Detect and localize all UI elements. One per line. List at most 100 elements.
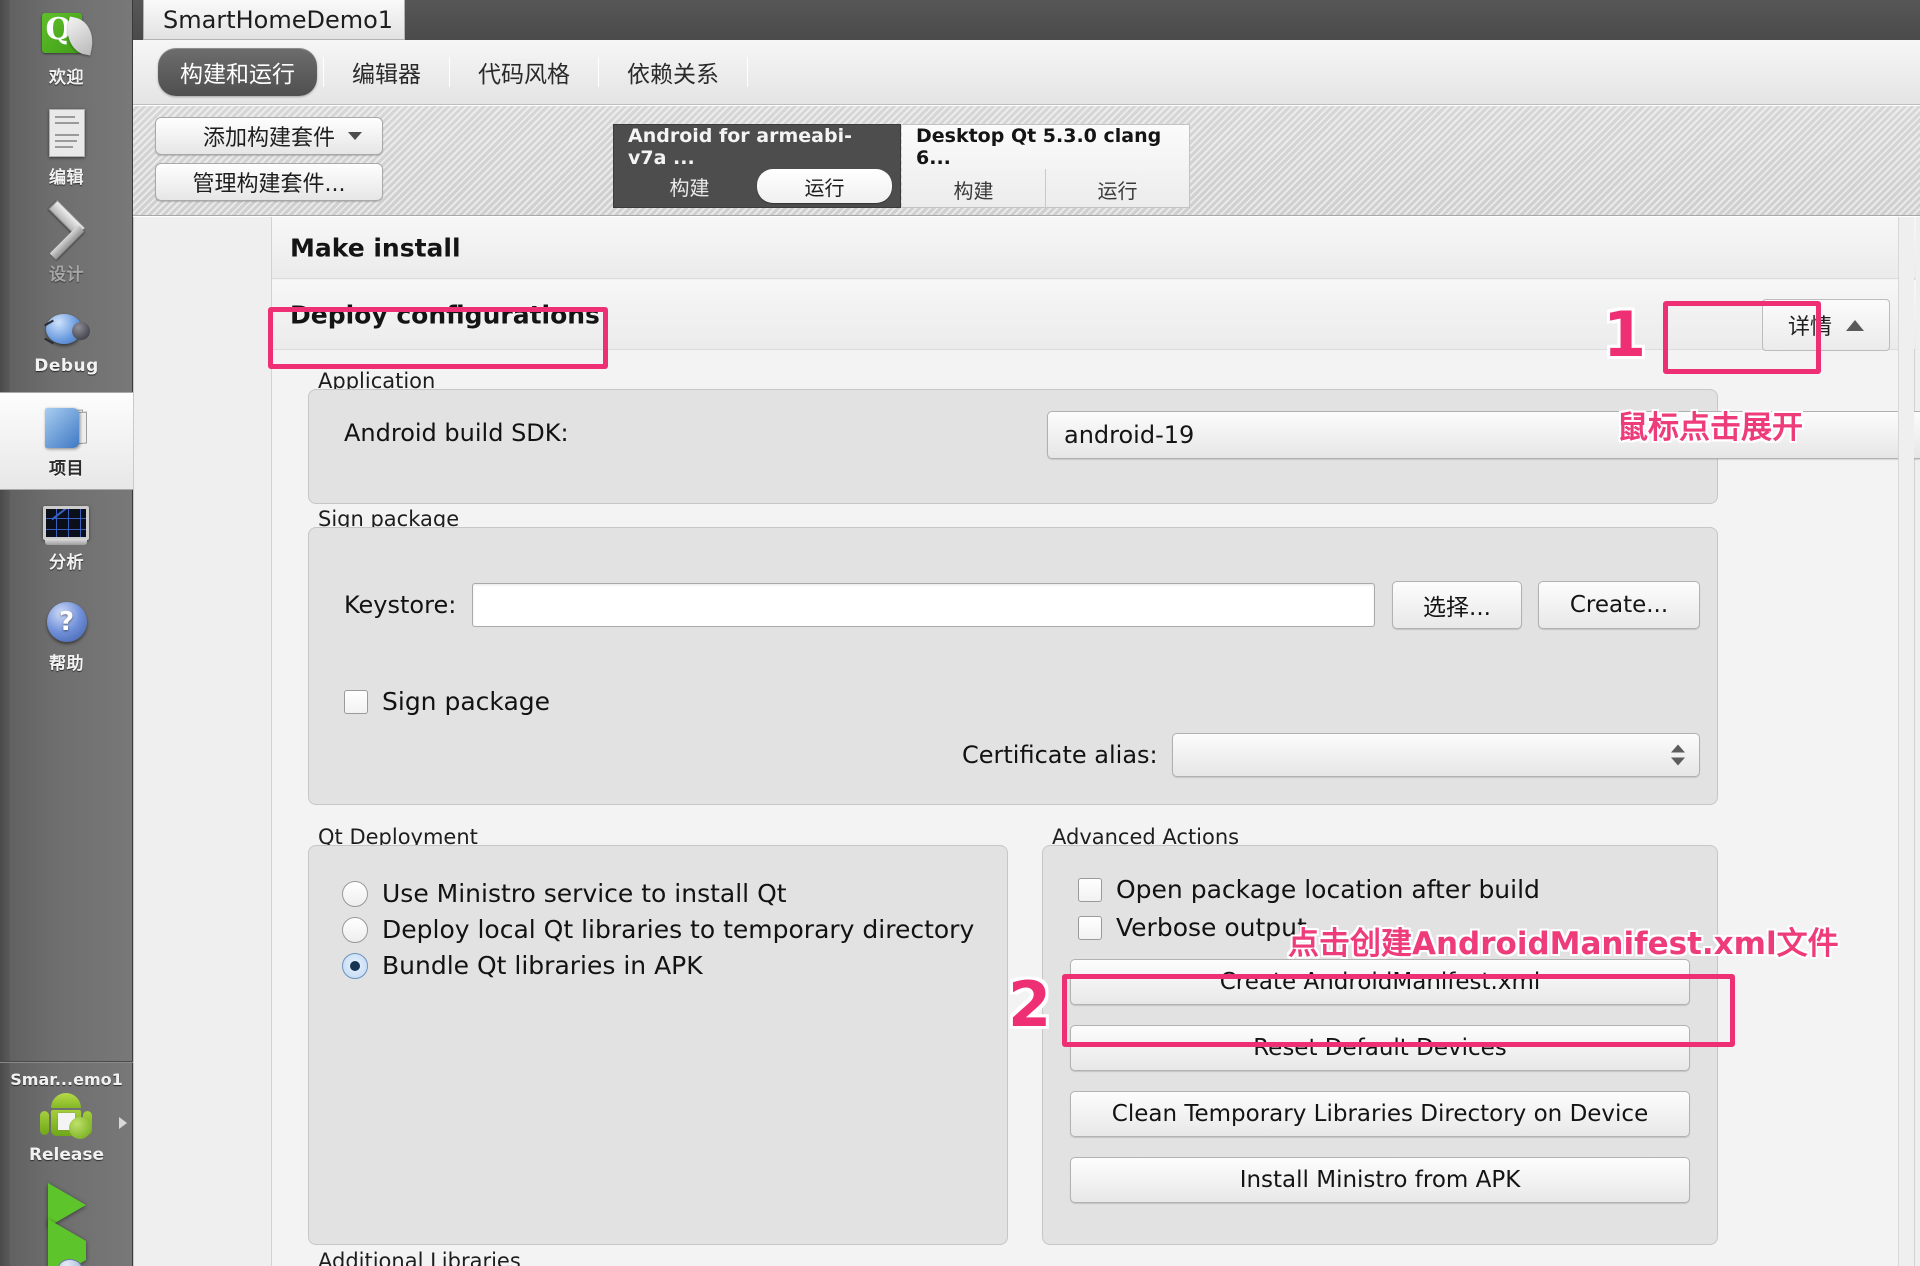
kit-tab-desktop-build[interactable]: 构建 [902,169,1045,209]
deploy-configurations-title: Deploy configurations [290,300,600,329]
tab-divider [747,57,748,87]
annotation-marker-one: 1 [1603,298,1647,371]
tab-divider [449,57,450,87]
mode-selector-sidebar: Qt 欢迎 编辑 设计 Debug 项目 分析 ? 帮助 Smar...emo1… [0,0,133,1266]
question-mark-icon: ? [44,601,90,647]
make-install-row: Make install [272,217,1916,279]
kit-card-android[interactable]: Android for armeabi-v7a ... 构建 运行 [613,124,901,208]
radio-row-bundle-apk[interactable]: Bundle Qt libraries in APK [342,951,703,980]
tab-code-style[interactable]: 代码风格 [456,55,592,89]
checkbox-row-verbose[interactable]: Verbose output [1078,913,1307,942]
qt-creator-window: Qt 欢迎 编辑 设计 Debug 项目 分析 ? 帮助 Smar...emo1… [0,0,1920,1266]
sidebar-label-edit: 编辑 [49,167,84,188]
verbose-output-checkbox[interactable] [1078,915,1102,940]
spinner-arrows-icon [1671,744,1685,766]
manage-kits-button[interactable]: 管理构建套件... [155,163,383,201]
vertical-scrollbar[interactable] [1898,217,1914,1266]
chevron-up-icon [1846,319,1864,331]
design-ruler-pen-icon [41,199,93,260]
radio-label-deploy-local-libraries: Deploy local Qt libraries to temporary d… [382,915,975,944]
sidebar-item-debug[interactable]: Debug [0,294,133,392]
sign-package-checkbox[interactable] [344,689,368,714]
project-settings-panel: Make install Deploy configurations 详情 Ap… [133,217,1920,1266]
create-android-manifest-button[interactable]: Create AndroidManifest.xml [1070,959,1690,1005]
sidebar-label-welcome: 欢迎 [49,67,84,88]
checkbox-row-open-package[interactable]: Open package location after build [1078,875,1540,904]
keystore-choose-label: 选择... [1423,595,1491,621]
manage-kits-label: 管理构建套件... [192,172,346,197]
chevron-right-icon [119,1117,127,1129]
keystore-choose-button[interactable]: 选择... [1392,581,1522,629]
keystore-create-label: Create... [1569,592,1669,618]
sidebar-item-design[interactable]: 设计 [0,196,133,294]
sign-package-checkbox-row[interactable]: Sign package [344,687,550,716]
add-kit-label: 添加构建套件 [202,126,335,151]
sidebar-item-welcome[interactable]: Qt 欢迎 [0,0,133,98]
target-project-name: Smar...emo1 [10,1070,123,1089]
radio-use-ministro[interactable] [342,880,368,907]
kit-tab-android-build[interactable]: 构建 [622,169,757,203]
install-ministro-button[interactable]: Install Ministro from APK [1070,1157,1690,1203]
clean-temporary-libraries-button[interactable]: Clean Temporary Libraries Directory on D… [1070,1091,1690,1137]
radio-row-local-libs[interactable]: Deploy local Qt libraries to temporary d… [342,915,974,944]
sidebar-item-edit[interactable]: 编辑 [0,98,133,196]
radio-deploy-local-libraries[interactable] [342,916,368,943]
annotation-note-one: 鼠标点击展开 [1617,410,1803,446]
bug-icon [42,310,92,354]
android-robot-icon [39,1091,95,1147]
kit-tab-desktop-run[interactable]: 运行 [1045,169,1189,209]
sidebar-label-design: 设计 [49,264,84,285]
radio-row-ministro[interactable]: Use Ministro service to install Qt [342,879,787,908]
sidebar-item-analyze[interactable]: 分析 [0,490,133,588]
clean-temporary-libraries-label: Clean Temporary Libraries Directory on D… [1111,1101,1649,1127]
annotation-marker-two: 2 [1008,968,1052,1041]
target-selector[interactable]: Smar...emo1 Release [0,1061,133,1266]
tab-build-and-run[interactable]: 构建和运行 [158,48,317,96]
details-label: 详情 [1787,315,1832,340]
sidebar-label-help: 帮助 [49,653,84,674]
certificate-alias-combobox[interactable] [1172,733,1700,777]
install-ministro-label: Install Ministro from APK [1239,1167,1521,1193]
folder-icon [43,404,91,452]
add-kit-button[interactable]: 添加构建套件 [155,117,383,155]
tab-divider [323,57,324,87]
sign-package-checkbox-label: Sign package [382,687,551,716]
kit-title-android: Android for armeabi-v7a ... [628,125,852,169]
sidebar-item-help[interactable]: ? 帮助 [0,588,133,686]
create-android-manifest-label: Create AndroidManifest.xml [1219,969,1541,995]
kit-tab-android-run[interactable]: 运行 [757,169,892,203]
radio-label-use-ministro: Use Ministro service to install Qt [382,879,787,908]
sidebar-label-projects: 项目 [49,458,84,479]
radio-label-bundle-in-apk: Bundle Qt libraries in APK [382,951,703,980]
kit-title-desktop: Desktop Qt 5.3.0 clang 6... [916,125,1162,169]
details-toggle-button[interactable]: 详情 [1762,299,1890,351]
project-settings-tabs: 构建和运行 编辑器 代码风格 依赖关系 [133,40,1920,105]
open-package-location-checkbox[interactable] [1078,877,1102,902]
kit-toolbar: 添加构建套件 管理构建套件... Android for armeabi-v7a… [133,106,1920,216]
run-controls [0,1169,133,1266]
tab-dependencies[interactable]: 依赖关系 [605,55,741,89]
tab-editor[interactable]: 编辑器 [330,55,443,89]
open-package-location-label: Open package location after build [1116,875,1540,904]
play-debug-icon[interactable] [47,1219,86,1266]
project-tab[interactable]: SmartHomeDemo1 [143,0,405,40]
chevron-down-icon [348,132,362,140]
sidebar-item-projects[interactable]: 项目 [0,392,133,490]
sidebar-label-analyze: 分析 [49,552,84,573]
keystore-create-button[interactable]: Create... [1538,581,1700,629]
reset-default-devices-button[interactable]: Reset Default Devices [1070,1025,1690,1071]
deploy-settings-sheet: Make install Deploy configurations 详情 Ap… [271,217,1920,1266]
annotation-note-two: 点击创建AndroidManifest.xml文件 [1288,926,1839,962]
tab-divider [598,57,599,87]
deploy-configurations-row: Deploy configurations [272,280,1916,350]
certificate-alias-label: Certificate alias: [962,741,1158,769]
analyze-monitor-icon [41,505,93,546]
keystore-input[interactable] [472,583,1375,627]
verbose-output-label: Verbose output [1116,913,1307,942]
target-kit-block[interactable]: Release [0,1091,133,1169]
android-build-sdk-label: Android build SDK: [344,419,569,447]
additional-libraries-group-label: Additional Libraries [318,1249,521,1266]
keystore-label: Keystore: [344,591,457,619]
radio-bundle-in-apk[interactable] [342,952,368,979]
kit-card-desktop[interactable]: Desktop Qt 5.3.0 clang 6... 构建 运行 [902,124,1190,209]
